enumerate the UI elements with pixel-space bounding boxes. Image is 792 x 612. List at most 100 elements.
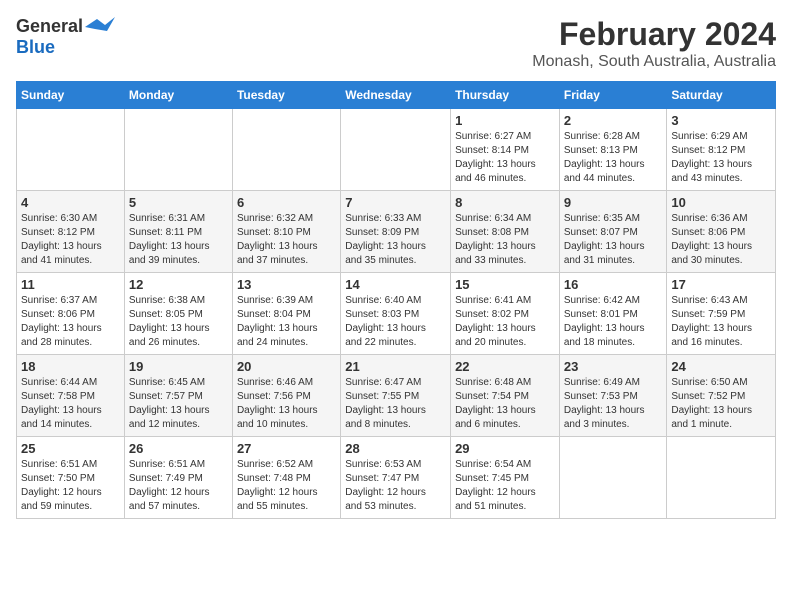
calendar-cell: 3Sunrise: 6:29 AMSunset: 8:12 PMDaylight…	[667, 109, 776, 191]
page-header: General Blue February 2024 Monash, South…	[16, 16, 776, 71]
calendar-cell: 24Sunrise: 6:50 AMSunset: 7:52 PMDayligh…	[667, 355, 776, 437]
day-info: Sunrise: 6:37 AMSunset: 8:06 PMDaylight:…	[21, 294, 120, 350]
day-number: 23	[564, 359, 663, 374]
calendar-cell: 13 Sunrise: 6:39 AMSunset: 8:04 PMDayligh…	[232, 273, 340, 355]
day-info: Sunrise: 6:40 AMSunset: 8:03 PMDaylight:…	[345, 294, 446, 350]
day-number: 10	[671, 195, 771, 210]
calendar-cell: 19 Sunrise: 6:45 AMSunset: 7:57 PMDayligh…	[124, 355, 232, 437]
day-number: 21	[345, 359, 446, 374]
day-number: 18	[21, 359, 120, 374]
calendar-cell: 29 Sunrise: 6:54 AMSunset: 7:45 PMDayligh…	[451, 437, 560, 519]
day-number: 1	[455, 113, 555, 128]
day-info: Sunrise: 6:34 AMSunset: 8:08 PMDaylight:…	[455, 212, 555, 268]
day-info: Sunrise: 6:49 AMSunset: 7:53 PMDaylight:…	[564, 376, 663, 432]
calendar-cell: 28Sunrise: 6:53 AMSunset: 7:47 PMDayligh…	[341, 437, 451, 519]
day-number: 7	[345, 195, 446, 210]
day-info: Sunrise: 6:52 AMSunset: 7:48 PMDaylight:…	[237, 458, 336, 514]
logo-bird-icon	[85, 17, 115, 37]
calendar-cell	[124, 109, 232, 191]
day-info: Sunrise: 6:48 AMSunset: 7:54 PMDaylight:…	[455, 376, 555, 432]
day-info: Sunrise: 6:30 AMSunset: 8:12 PMDaylight:…	[21, 212, 120, 268]
day-info: Sunrise: 6:32 AMSunset: 8:10 PMDaylight:…	[237, 212, 336, 268]
day-number: 2	[564, 113, 663, 128]
day-number: 25	[21, 441, 120, 456]
month-title: February 2024	[532, 16, 776, 53]
day-number: 22	[455, 359, 555, 374]
col-header-tuesday: Tuesday	[232, 82, 340, 109]
calendar-cell: 4Sunrise: 6:30 AMSunset: 8:12 PMDaylight…	[17, 191, 125, 273]
calendar-week-row: 18 Sunrise: 6:44 AMSunset: 7:58 PMDayligh…	[17, 355, 776, 437]
calendar-cell: 18 Sunrise: 6:44 AMSunset: 7:58 PMDayligh…	[17, 355, 125, 437]
calendar-cell: 27 Sunrise: 6:52 AMSunset: 7:48 PMDayligh…	[232, 437, 340, 519]
day-info: Sunrise: 6:28 AMSunset: 8:13 PMDaylight:…	[564, 130, 663, 186]
calendar-cell: 20 Sunrise: 6:46 AMSunset: 7:56 PMDayligh…	[232, 355, 340, 437]
day-info: Sunrise: 6:27 AMSunset: 8:14 PMDaylight:…	[455, 130, 555, 186]
calendar-cell: 2 Sunrise: 6:28 AMSunset: 8:13 PMDaylight…	[559, 109, 667, 191]
day-number: 16	[564, 277, 663, 292]
calendar-cell: 21 Sunrise: 6:47 AMSunset: 7:55 PMDayligh…	[341, 355, 451, 437]
calendar-cell: 9 Sunrise: 6:35 AMSunset: 8:07 PMDaylight…	[559, 191, 667, 273]
calendar-cell	[667, 437, 776, 519]
calendar-cell: 12 Sunrise: 6:38 AMSunset: 8:05 PMDayligh…	[124, 273, 232, 355]
calendar-cell: 17 Sunrise: 6:43 AMSunset: 7:59 PMDayligh…	[667, 273, 776, 355]
day-info: Sunrise: 6:43 AMSunset: 7:59 PMDaylight:…	[671, 294, 771, 350]
calendar-cell: 1 Sunrise: 6:27 AMSunset: 8:14 PMDaylight…	[451, 109, 560, 191]
day-info: Sunrise: 6:51 AMSunset: 7:50 PMDaylight:…	[21, 458, 120, 514]
logo-general-text: General	[16, 16, 83, 37]
day-number: 13	[237, 277, 336, 292]
calendar-cell: 11 Sunrise: 6:37 AMSunset: 8:06 PMDayligh…	[17, 273, 125, 355]
col-header-thursday: Thursday	[451, 82, 560, 109]
day-number: 12	[129, 277, 228, 292]
day-number: 15	[455, 277, 555, 292]
day-number: 6	[237, 195, 336, 210]
calendar-cell: 15 Sunrise: 6:41 AMSunset: 8:02 PMDayligh…	[451, 273, 560, 355]
col-header-monday: Monday	[124, 82, 232, 109]
calendar-week-row: 1 Sunrise: 6:27 AMSunset: 8:14 PMDaylight…	[17, 109, 776, 191]
day-number: 20	[237, 359, 336, 374]
calendar-cell: 8 Sunrise: 6:34 AMSunset: 8:08 PMDaylight…	[451, 191, 560, 273]
day-number: 27	[237, 441, 336, 456]
day-info: Sunrise: 6:39 AMSunset: 8:04 PMDaylight:…	[237, 294, 336, 350]
day-number: 5	[129, 195, 228, 210]
day-info: Sunrise: 6:47 AMSunset: 7:55 PMDaylight:…	[345, 376, 446, 432]
day-info: Sunrise: 6:42 AMSunset: 8:01 PMDaylight:…	[564, 294, 663, 350]
calendar-cell: 22 Sunrise: 6:48 AMSunset: 7:54 PMDayligh…	[451, 355, 560, 437]
day-info: Sunrise: 6:31 AMSunset: 8:11 PMDaylight:…	[129, 212, 228, 268]
calendar-cell: 25 Sunrise: 6:51 AMSunset: 7:50 PMDayligh…	[17, 437, 125, 519]
logo-blue-text: Blue	[16, 37, 55, 58]
day-info: Sunrise: 6:46 AMSunset: 7:56 PMDaylight:…	[237, 376, 336, 432]
day-info: Sunrise: 6:45 AMSunset: 7:57 PMDaylight:…	[129, 376, 228, 432]
calendar-week-row: 25 Sunrise: 6:51 AMSunset: 7:50 PMDayligh…	[17, 437, 776, 519]
day-number: 8	[455, 195, 555, 210]
day-info: Sunrise: 6:33 AMSunset: 8:09 PMDaylight:…	[345, 212, 446, 268]
calendar-week-row: 11 Sunrise: 6:37 AMSunset: 8:06 PMDayligh…	[17, 273, 776, 355]
day-info: Sunrise: 6:29 AMSunset: 8:12 PMDaylight:…	[671, 130, 771, 186]
day-info: Sunrise: 6:38 AMSunset: 8:05 PMDaylight:…	[129, 294, 228, 350]
calendar-cell	[559, 437, 667, 519]
day-number: 9	[564, 195, 663, 210]
day-number: 19	[129, 359, 228, 374]
calendar-cell	[17, 109, 125, 191]
calendar-cell	[341, 109, 451, 191]
logo: General Blue	[16, 16, 115, 58]
day-info: Sunrise: 6:54 AMSunset: 7:45 PMDaylight:…	[455, 458, 555, 514]
calendar-cell: 10Sunrise: 6:36 AMSunset: 8:06 PMDayligh…	[667, 191, 776, 273]
calendar-cell: 26Sunrise: 6:51 AMSunset: 7:49 PMDayligh…	[124, 437, 232, 519]
calendar-header-row: SundayMondayTuesdayWednesdayThursdayFrid…	[17, 82, 776, 109]
day-number: 26	[129, 441, 228, 456]
day-number: 24	[671, 359, 771, 374]
calendar-cell: 7 Sunrise: 6:33 AMSunset: 8:09 PMDaylight…	[341, 191, 451, 273]
calendar-cell: 16 Sunrise: 6:42 AMSunset: 8:01 PMDayligh…	[559, 273, 667, 355]
day-info: Sunrise: 6:41 AMSunset: 8:02 PMDaylight:…	[455, 294, 555, 350]
day-number: 11	[21, 277, 120, 292]
location-title: Monash, South Australia, Australia	[532, 53, 776, 71]
day-info: Sunrise: 6:53 AMSunset: 7:47 PMDaylight:…	[345, 458, 446, 514]
day-number: 29	[455, 441, 555, 456]
col-header-sunday: Sunday	[17, 82, 125, 109]
calendar-cell: 23 Sunrise: 6:49 AMSunset: 7:53 PMDayligh…	[559, 355, 667, 437]
col-header-friday: Friday	[559, 82, 667, 109]
day-number: 14	[345, 277, 446, 292]
day-number: 17	[671, 277, 771, 292]
day-info: Sunrise: 6:44 AMSunset: 7:58 PMDaylight:…	[21, 376, 120, 432]
day-info: Sunrise: 6:35 AMSunset: 8:07 PMDaylight:…	[564, 212, 663, 268]
